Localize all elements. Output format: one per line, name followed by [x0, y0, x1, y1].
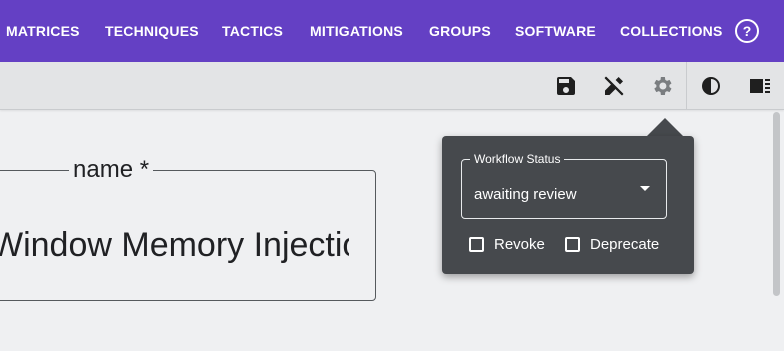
workflow-status-label: Workflow Status: [470, 152, 565, 166]
name-field-value[interactable]: Window Memory Injection: [0, 223, 349, 267]
nav-item-tactics[interactable]: TACTICS: [222, 0, 283, 62]
deprecate-label: Deprecate: [590, 236, 660, 253]
top-navigation: MATRICES TECHNIQUES TACTICS MITIGATIONS …: [0, 0, 784, 62]
nav-item-groups[interactable]: GROUPS: [429, 0, 491, 62]
sidebar-toggle-icon[interactable]: [748, 74, 772, 98]
help-icon[interactable]: ?: [735, 19, 759, 43]
workflow-status-select[interactable]: Workflow Status awaiting review: [461, 152, 667, 219]
workflow-popover: Workflow Status awaiting review Revoke D…: [442, 136, 694, 274]
nav-item-software[interactable]: SOFTWARE: [515, 0, 596, 62]
scrollbar-thumb[interactable]: [773, 112, 780, 296]
nav-item-mitigations[interactable]: MITIGATIONS: [310, 0, 403, 62]
name-field[interactable]: name * Window Memory Injection: [0, 155, 376, 301]
nav-item-collections[interactable]: COLLECTIONS: [620, 0, 723, 62]
nav-item-matrices[interactable]: MATRICES: [6, 0, 80, 62]
save-icon[interactable]: [554, 74, 578, 98]
toolbar-divider: [686, 62, 687, 109]
revoke-checkbox-row[interactable]: Revoke: [469, 236, 545, 253]
name-field-label: name *: [69, 155, 154, 185]
editor-toolbar: [0, 62, 784, 110]
workflow-status-value: awaiting review: [474, 186, 577, 203]
revoke-label: Revoke: [494, 236, 545, 253]
deprecate-checkbox-row[interactable]: Deprecate: [565, 236, 659, 253]
revoke-checkbox[interactable]: [469, 237, 484, 252]
nav-item-techniques[interactable]: TECHNIQUES: [105, 0, 199, 62]
contrast-icon[interactable]: [699, 74, 723, 98]
popover-arrow: [647, 118, 683, 136]
dropdown-caret-icon: [640, 186, 650, 191]
gear-icon[interactable]: [650, 74, 674, 98]
edit-off-icon[interactable]: [602, 74, 626, 98]
deprecate-checkbox[interactable]: [565, 237, 580, 252]
